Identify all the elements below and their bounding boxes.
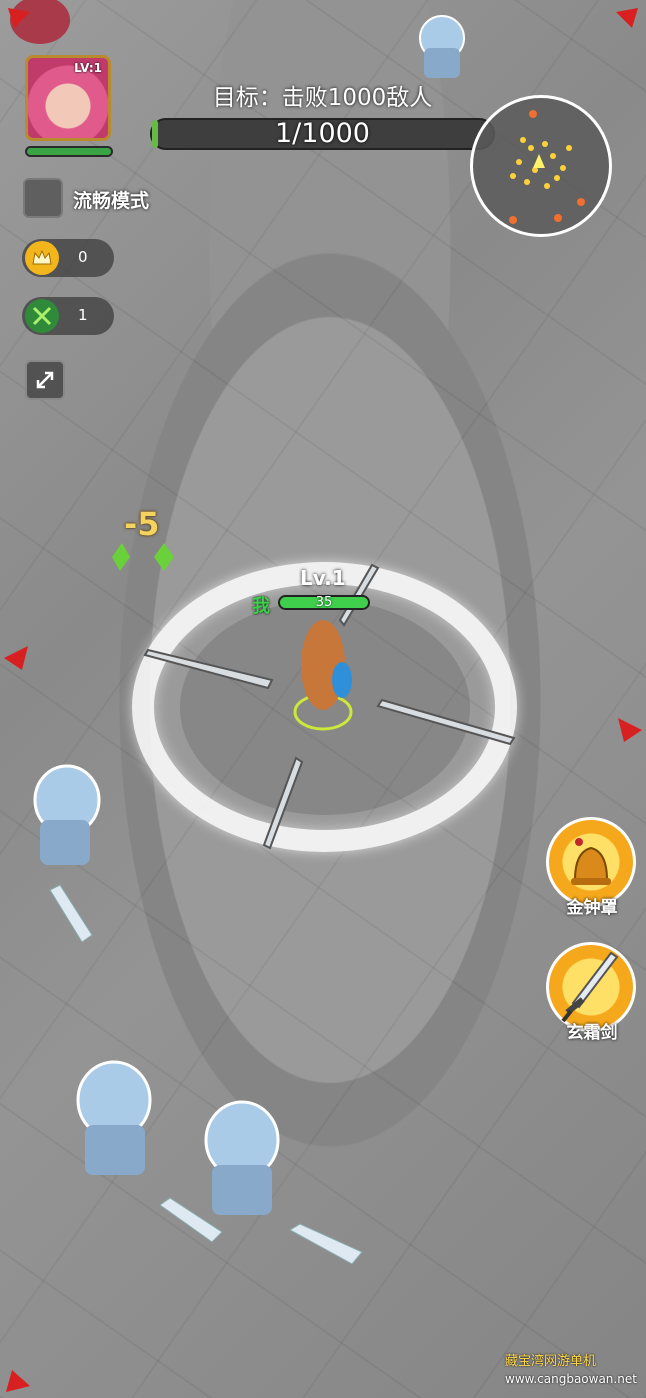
edge-arrow-left — [4, 646, 28, 670]
edge-arrow-right — [618, 718, 642, 742]
edge-arrow-top-right — [616, 8, 638, 28]
golden-bell-icon — [571, 838, 611, 885]
skill-golden-bell-label: 金钟罩 — [566, 898, 618, 918]
edge-arrow-bottom-left — [6, 1370, 30, 1392]
watermark-brand: 藏宝湾网游单机 — [505, 1354, 597, 1369]
frost-sword-icon — [561, 951, 619, 1023]
watermark-url: www.cangbaowan.net — [505, 1372, 637, 1386]
skill-frost-sword-label: 玄霜剑 — [566, 1023, 618, 1043]
edge-arrow-top-left — [8, 8, 30, 28]
game-scene[interactable]: LV:1 流畅模式 0 1 目标：击败1000敌人 1/1000 Lv.1 我 … — [0, 0, 646, 1398]
edge-arrows — [4, 8, 642, 1392]
